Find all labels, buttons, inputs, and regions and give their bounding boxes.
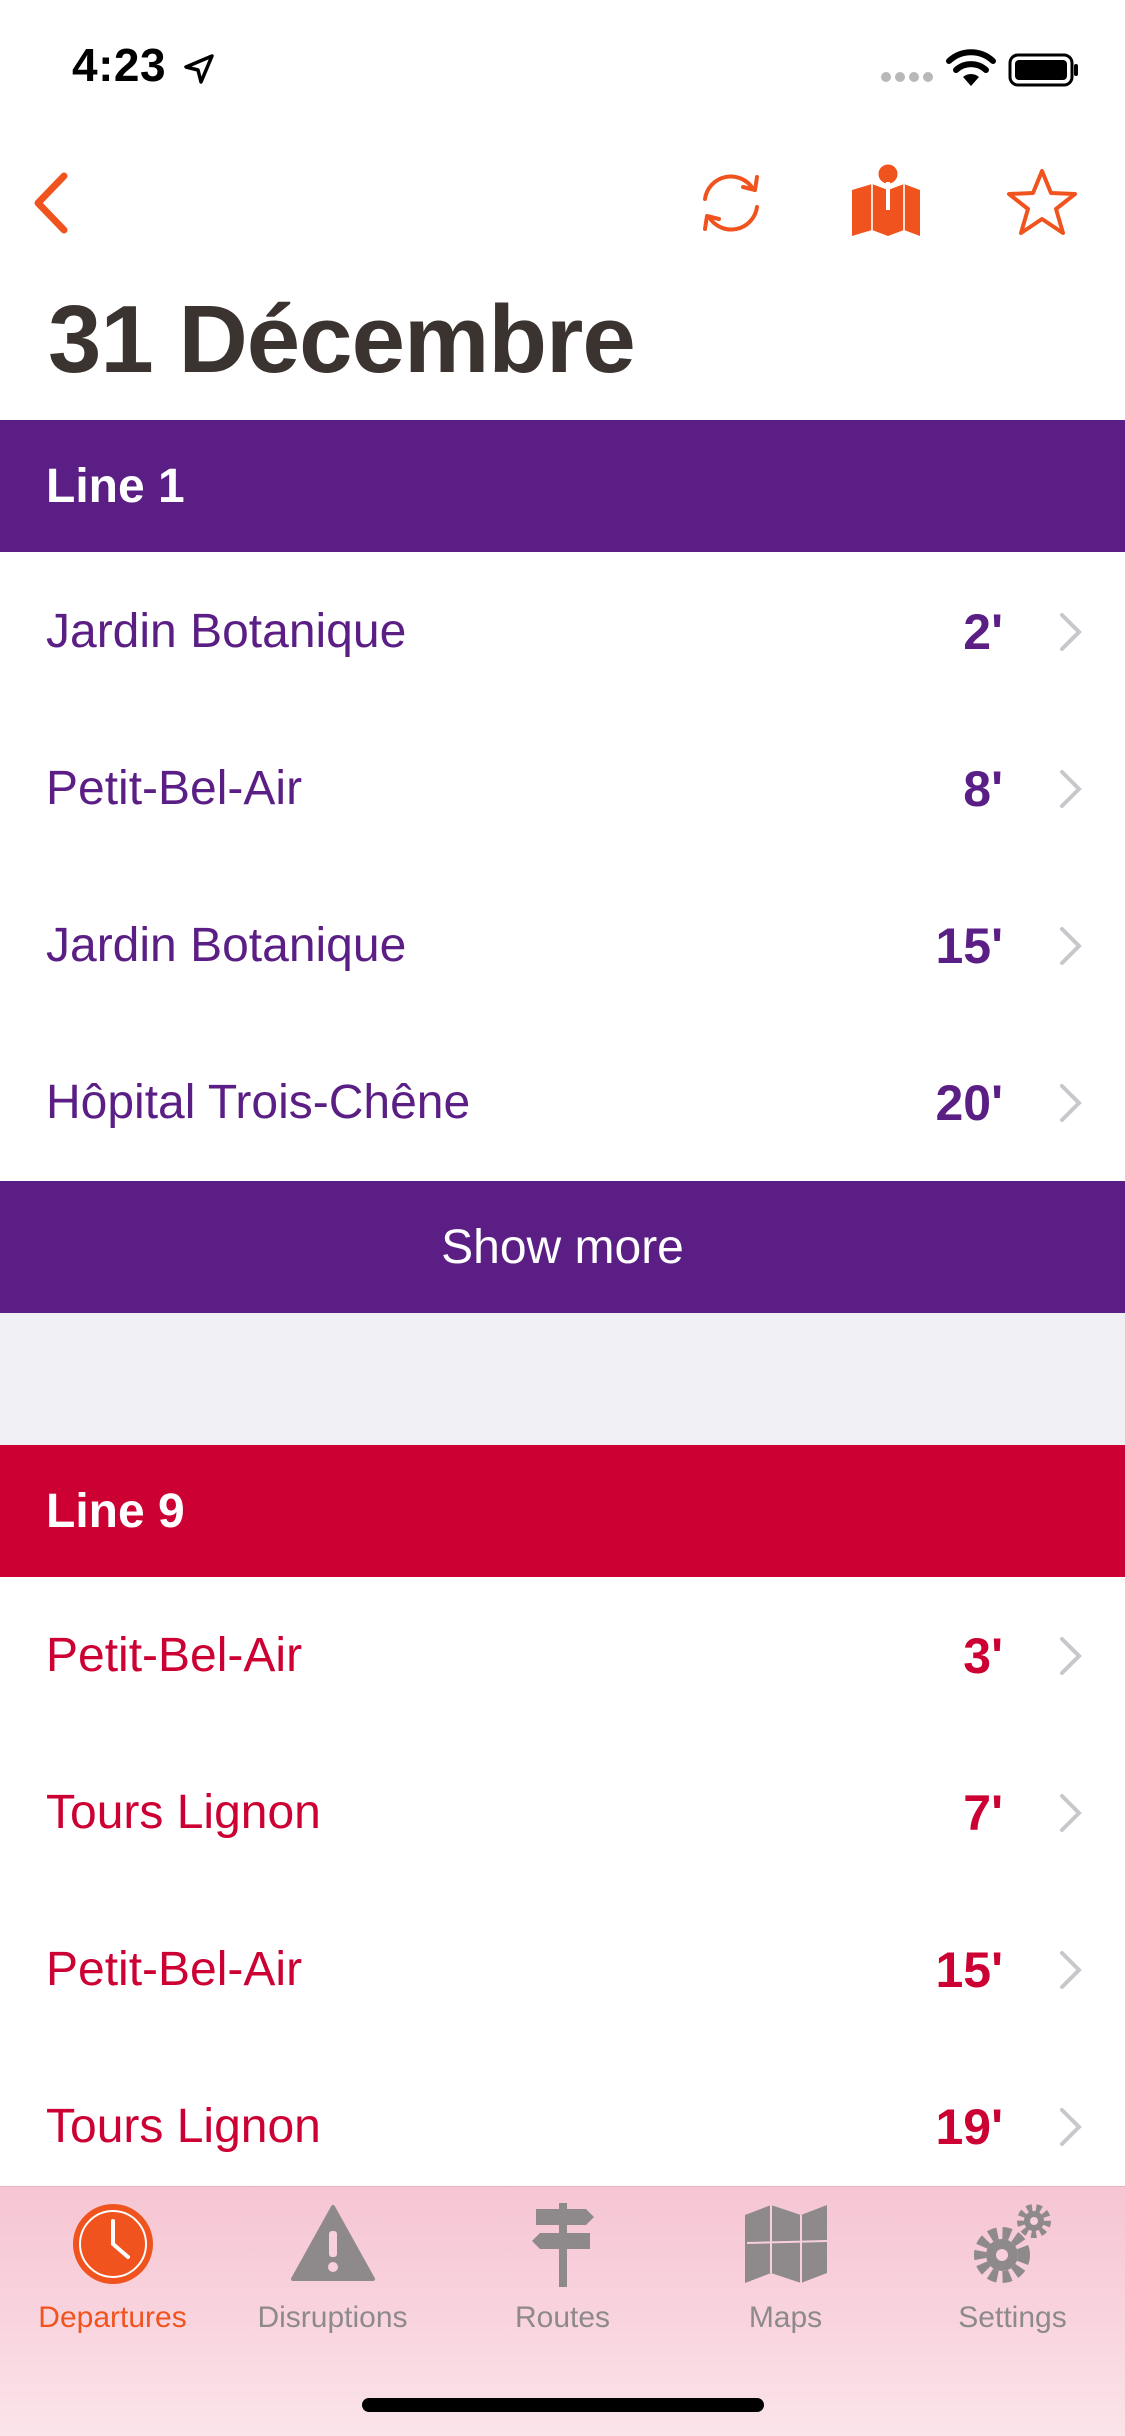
battery-icon	[1008, 53, 1078, 87]
signal-icon	[881, 72, 933, 82]
nav-bar	[0, 150, 1125, 260]
minutes-label: 20'	[935, 1074, 1003, 1131]
status-bar: 4:23	[0, 0, 1125, 132]
page-title: 31 Décembre	[48, 286, 636, 393]
departure-row[interactable]: Jardin Botanique 15'	[0, 867, 1125, 1024]
chevron-right-icon	[1060, 613, 1082, 651]
minutes-label: 19'	[935, 2098, 1003, 2155]
section-spacer	[0, 1313, 1125, 1445]
destination-label: Petit-Bel-Air	[46, 1943, 303, 1996]
minutes-label: 15'	[935, 1941, 1003, 1998]
line-1-header: Line 1	[0, 420, 1125, 552]
map-pin-icon[interactable]	[848, 160, 928, 240]
tab-label: Maps	[748, 2301, 823, 2334]
tab-label: Disruptions	[257, 2301, 408, 2334]
back-icon[interactable]	[18, 168, 88, 238]
tab-disruptions[interactable]: Disruptions	[220, 2201, 445, 2341]
minutes-label: 2'	[963, 603, 1003, 660]
chevron-right-icon	[1060, 2108, 1082, 2146]
departure-row[interactable]: Tours Lignon 19'	[0, 2048, 1125, 2205]
chevron-right-icon	[1060, 927, 1082, 965]
destination-label: Petit-Bel-Air	[46, 1629, 303, 1682]
clock-icon	[72, 2204, 153, 2284]
chevron-right-icon	[1060, 770, 1082, 808]
chevron-right-icon	[1060, 1637, 1082, 1675]
signpost-icon	[531, 2203, 594, 2287]
home-indicator	[362, 2398, 764, 2412]
chevron-right-icon	[1060, 1794, 1082, 1832]
chevron-right-icon	[1060, 1084, 1082, 1122]
departure-row[interactable]: Hôpital Trois-Chêne 20'	[0, 1024, 1125, 1181]
destination-label: Hôpital Trois-Chêne	[46, 1076, 471, 1129]
chevron-right-icon	[1060, 1951, 1082, 1989]
show-more-button[interactable]: Show more	[0, 1181, 1125, 1313]
departure-row[interactable]: Petit-Bel-Air 15'	[0, 1891, 1125, 2048]
tab-label: Settings	[958, 2301, 1067, 2334]
refresh-icon[interactable]	[693, 165, 769, 241]
location-arrow-icon	[184, 54, 214, 84]
minutes-label: 3'	[963, 1627, 1003, 1684]
minutes-label: 15'	[935, 917, 1003, 974]
tab-departures[interactable]: Departures	[0, 2201, 225, 2341]
destination-label: Jardin Botanique	[46, 605, 407, 658]
destination-label: Petit-Bel-Air	[46, 762, 303, 815]
tab-label: Routes	[514, 2301, 611, 2334]
favorite-star-icon[interactable]	[1004, 165, 1080, 241]
tab-settings[interactable]: Settings	[900, 2201, 1125, 2341]
minutes-label: 8'	[963, 760, 1003, 817]
wifi-icon	[946, 49, 996, 86]
departure-row[interactable]: Tours Lignon 7'	[0, 1734, 1125, 1891]
destination-label: Tours Lignon	[46, 1786, 321, 1839]
departure-row[interactable]: Jardin Botanique 2'	[0, 553, 1125, 710]
gears-icon	[973, 2204, 1051, 2283]
minutes-label: 7'	[963, 1784, 1003, 1841]
status-time: 4:23	[72, 39, 167, 91]
destination-label: Jardin Botanique	[46, 919, 407, 972]
line-9-header: Line 9	[0, 1445, 1125, 1577]
departure-row[interactable]: Petit-Bel-Air 8'	[0, 710, 1125, 867]
tab-routes[interactable]: Routes	[450, 2201, 675, 2341]
tab-maps[interactable]: Maps	[673, 2201, 898, 2341]
warning-icon	[290, 2205, 375, 2281]
destination-label: Tours Lignon	[46, 2100, 321, 2153]
map-icon	[744, 2205, 827, 2283]
departure-row[interactable]: Petit-Bel-Air 3'	[0, 1577, 1125, 1734]
tab-label: Departures	[38, 2301, 187, 2334]
